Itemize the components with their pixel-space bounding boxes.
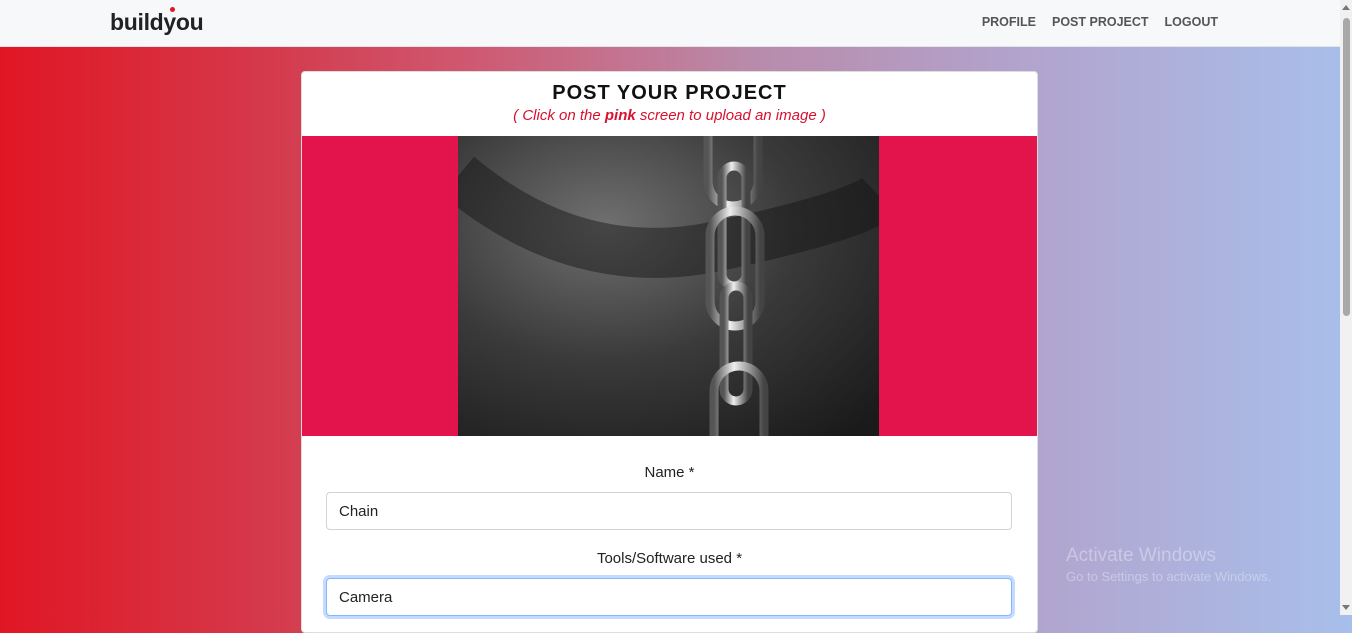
activation-watermark: Activate Windows Go to Settings to activ… (1066, 545, 1271, 584)
post-project-card: POST YOUR PROJECT ( Click on the pink sc… (301, 71, 1038, 633)
card-title: POST YOUR PROJECT (552, 82, 787, 104)
tools-label: Tools/Software used * (596, 550, 743, 567)
watermark-subtitle: Go to Settings to activate Windows. (1066, 569, 1272, 584)
card-subtitle: ( Click on the pink screen to upload an … (302, 107, 1037, 124)
project-image (458, 136, 879, 436)
name-input[interactable] (326, 492, 1012, 530)
name-label: Name * (644, 464, 695, 481)
scroll-up-icon[interactable] (1342, 5, 1350, 10)
subtitle-suffix: screen to upload an image ) (635, 107, 826, 124)
subtitle-prefix: ( Click on the (513, 107, 605, 124)
scroll-down-icon[interactable] (1342, 605, 1350, 610)
page-scrollbar[interactable] (1340, 0, 1352, 615)
watermark-title: Activate Windows (1066, 545, 1216, 566)
navbar: buildyou PROFILE POST PROJECT LOGOUT (0, 0, 1340, 47)
subtitle-bold: pink (604, 107, 636, 124)
brand-dot-icon (170, 7, 175, 12)
image-upload-area[interactable] (302, 136, 1037, 436)
nav-links: PROFILE POST PROJECT LOGOUT (982, 15, 1218, 29)
nav-logout-link[interactable]: LOGOUT (1165, 15, 1218, 29)
tools-input[interactable] (326, 578, 1012, 616)
nav-profile-link[interactable]: PROFILE (982, 15, 1036, 29)
brand-logo[interactable]: buildyou (110, 7, 204, 36)
chain-image-svg (458, 136, 879, 436)
nav-post-project-link[interactable]: POST PROJECT (1052, 15, 1149, 29)
brand-text: buildyou (110, 9, 204, 35)
scrollbar-thumb[interactable] (1343, 18, 1350, 316)
